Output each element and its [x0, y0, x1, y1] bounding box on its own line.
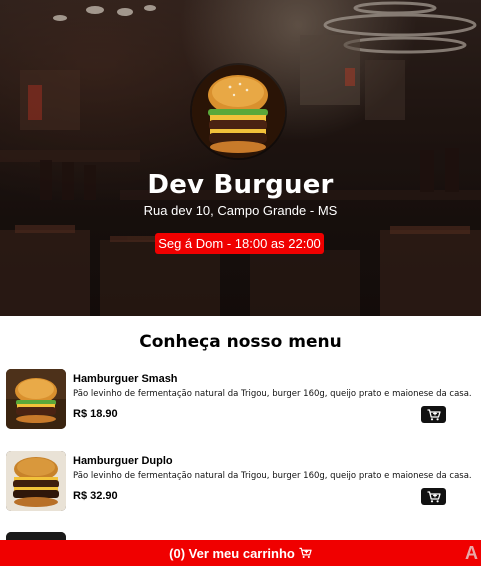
menu-item-description: Pão levinho de fermentação natural da Tr… [73, 389, 472, 399]
menu-item-price: R$ 18.90 [73, 408, 118, 420]
cart-footer-bar: (0) Ver meu carrinho A [0, 540, 481, 566]
menu-item-description: Pão levinho de fermentação natural da Tr… [73, 471, 472, 481]
view-cart-button[interactable]: (0) Ver meu carrinho [169, 546, 312, 561]
menu-item-name: Hamburguer Duplo [73, 455, 173, 467]
burger-logo-image [192, 65, 285, 158]
cart-icon [299, 547, 312, 559]
restaurant-address: Rua dev 10, Campo Grande - MS [143, 203, 338, 218]
corner-glyph-icon: A [465, 543, 478, 563]
menu-item: Hamburguer Smash Pão levinho de fermenta… [6, 369, 476, 429]
menu-item-name: Hamburguer Smash [73, 373, 178, 385]
add-to-cart-button[interactable] [421, 488, 446, 505]
menu-item: Hamburguer Duplo Pão levinho de fermenta… [6, 451, 476, 511]
restaurant-title: Dev Burguer [147, 170, 334, 200]
burger-image [6, 451, 66, 511]
view-cart-label: (0) Ver meu carrinho [169, 545, 295, 561]
restaurant-logo [192, 65, 285, 158]
add-to-cart-button[interactable] [421, 406, 446, 423]
opening-hours-badge: Seg á Dom - 18:00 as 22:00 [155, 233, 324, 254]
add-to-cart-icon [427, 408, 441, 420]
add-to-cart-icon [427, 490, 441, 502]
menu-item-price: R$ 32.90 [73, 490, 118, 502]
hero-overlay [0, 0, 481, 316]
burger-image [6, 369, 66, 429]
menu-heading: Conheça nosso menu [139, 332, 342, 352]
hero-banner: Dev Burguer Rua dev 10, Campo Grande - M… [0, 0, 481, 316]
